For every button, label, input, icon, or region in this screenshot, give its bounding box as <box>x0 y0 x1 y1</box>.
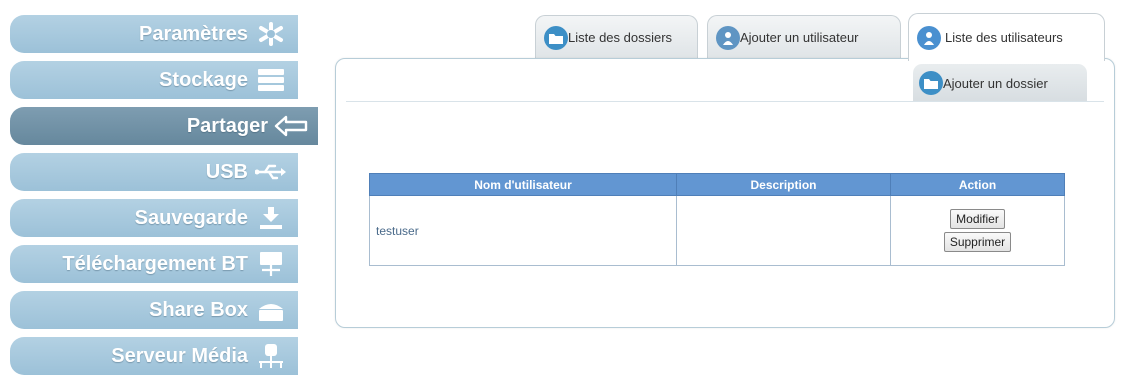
sidebar-item-label: Share Box <box>149 298 248 321</box>
sidebar-item-label: Sauvegarde <box>134 206 248 229</box>
sidebar-item-label: Stockage <box>159 68 248 91</box>
sidebar-item-parametres[interactable]: Paramètres <box>10 15 298 53</box>
sidebar-item-partager[interactable]: Partager <box>10 107 318 145</box>
modify-button[interactable]: Modifier <box>950 209 1005 229</box>
delete-button[interactable]: Supprimer <box>943 232 1012 252</box>
add-folder-button[interactable]: Ajouter un dossier <box>913 64 1087 102</box>
sidebar-item-label: Serveur Média <box>111 344 248 367</box>
share-box-icon <box>254 296 288 324</box>
divider <box>346 101 1104 102</box>
action-cell: Modifier Supprimer <box>890 195 1065 266</box>
column-header-action: Action <box>890 173 1065 196</box>
storage-icon <box>254 66 288 94</box>
username-cell: testuser <box>369 195 677 266</box>
folder-icon <box>544 25 568 50</box>
content-panel: Ajouter un dossier Nom d'utilisateur Des… <box>335 58 1115 328</box>
table-row: testuser Modifier Supprimer <box>369 195 1065 266</box>
sidebar-item-usb[interactable]: USB <box>10 153 298 191</box>
column-header-username: Nom d'utilisateur <box>369 173 677 196</box>
sidebar-item-share-box[interactable]: Share Box <box>10 291 298 329</box>
add-user-icon <box>716 25 740 50</box>
sidebar-item-label: Partager <box>186 114 268 137</box>
tab-label: Ajouter un utilisateur <box>740 30 859 45</box>
usb-icon <box>254 158 288 186</box>
sidebar-item-label: Paramètres <box>139 22 248 45</box>
sidebar-item-telechargement-bt[interactable]: Téléchargement BT <box>10 245 298 283</box>
sidebar-item-label: Téléchargement BT <box>62 252 248 275</box>
sidebar-item-label: USB <box>205 160 248 183</box>
share-arrow-icon <box>274 112 308 140</box>
bittorrent-icon <box>254 250 288 278</box>
sidebar: Paramètres Stockage Partager USB Sauvega… <box>0 0 320 384</box>
add-folder-icon <box>919 71 943 95</box>
download-icon <box>254 204 288 232</box>
table-header-row: Nom d'utilisateur Description Action <box>369 173 1065 196</box>
description-cell <box>676 195 891 266</box>
media-server-icon <box>254 342 288 370</box>
sidebar-item-stockage[interactable]: Stockage <box>10 61 298 99</box>
column-header-description: Description <box>676 173 891 196</box>
tab-liste-des-utilisateurs[interactable]: Liste des utilisateurs <box>908 13 1105 61</box>
gear-icon <box>254 20 288 48</box>
tab-ajouter-un-utilisateur[interactable]: Ajouter un utilisateur <box>707 15 901 59</box>
tab-label: Liste des dossiers <box>568 30 673 45</box>
user-list-icon <box>917 25 941 50</box>
tab-liste-des-dossiers[interactable]: Liste des dossiers <box>535 15 698 59</box>
add-folder-label: Ajouter un dossier <box>943 75 1048 91</box>
sidebar-item-sauvegarde[interactable]: Sauvegarde <box>10 199 298 237</box>
user-table: Nom d'utilisateur Description Action tes… <box>369 173 1065 266</box>
tab-label: Liste des utilisateurs <box>945 30 1063 45</box>
sidebar-item-serveur-media[interactable]: Serveur Média <box>10 337 298 375</box>
